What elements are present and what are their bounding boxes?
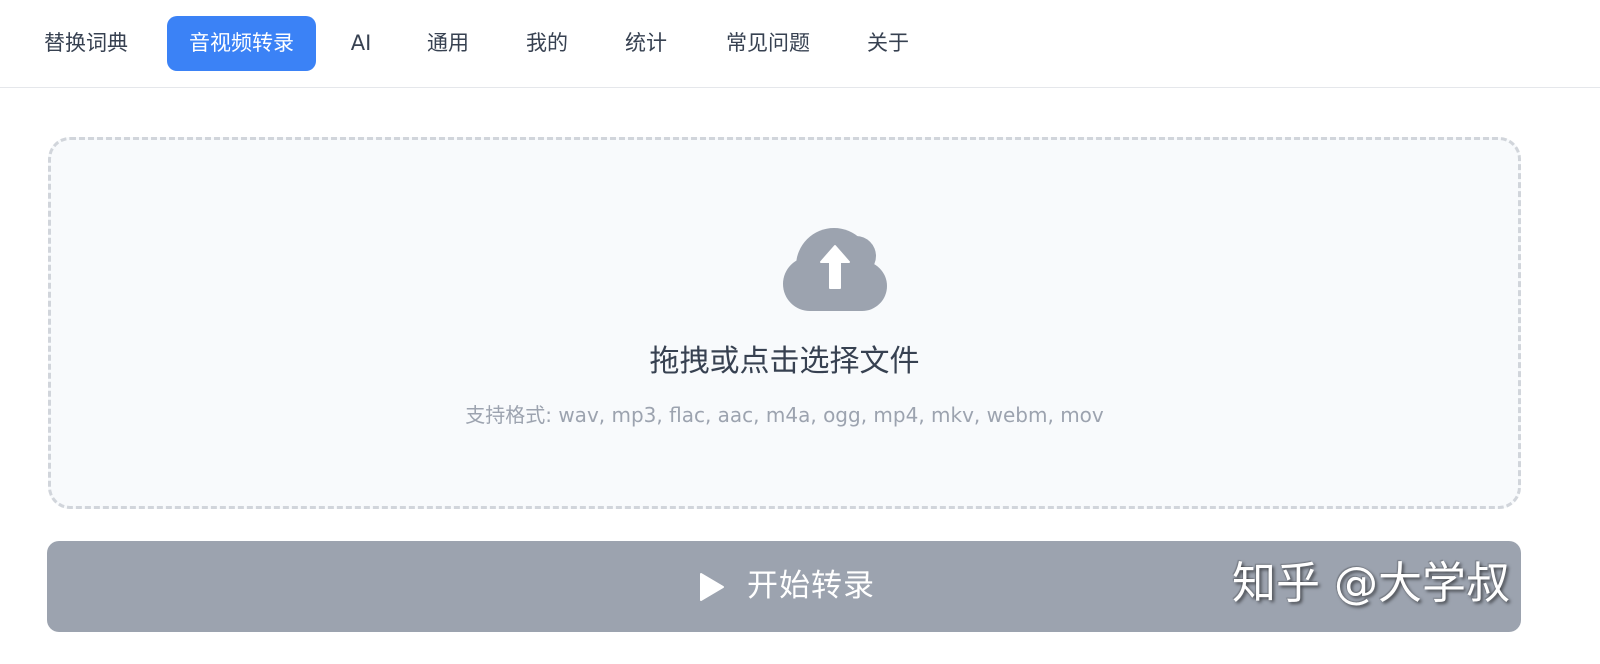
tab-about[interactable]: 关于 [850,16,926,71]
dropzone-title: 拖拽或点击选择文件 [649,344,920,379]
tab-replace-dictionary[interactable]: 替换词典 [26,16,146,71]
tab-mine[interactable]: 我的 [509,16,585,71]
cloud-upload-icon [783,228,887,311]
watermark: 知乎 @大学叔 [1232,558,1510,609]
tab-general[interactable]: 通用 [410,16,486,71]
tab-transcription[interactable]: 音视频转录 [167,16,316,71]
play-icon [700,573,724,601]
tab-ai[interactable]: AI [331,16,391,71]
supported-formats: 支持格式: wav, mp3, flac, aac, m4a, ogg, mp4… [465,403,1104,427]
tab-statistics[interactable]: 统计 [608,16,684,71]
start-transcription-label: 开始转录 [747,568,875,604]
file-dropzone[interactable]: 拖拽或点击选择文件 支持格式: wav, mp3, flac, aac, m4a… [48,137,1521,509]
tab-faq[interactable]: 常见问题 [708,16,828,71]
tab-bar: 替换词典 音视频转录 AI 通用 我的 统计 常见问题 关于 [0,0,1600,88]
